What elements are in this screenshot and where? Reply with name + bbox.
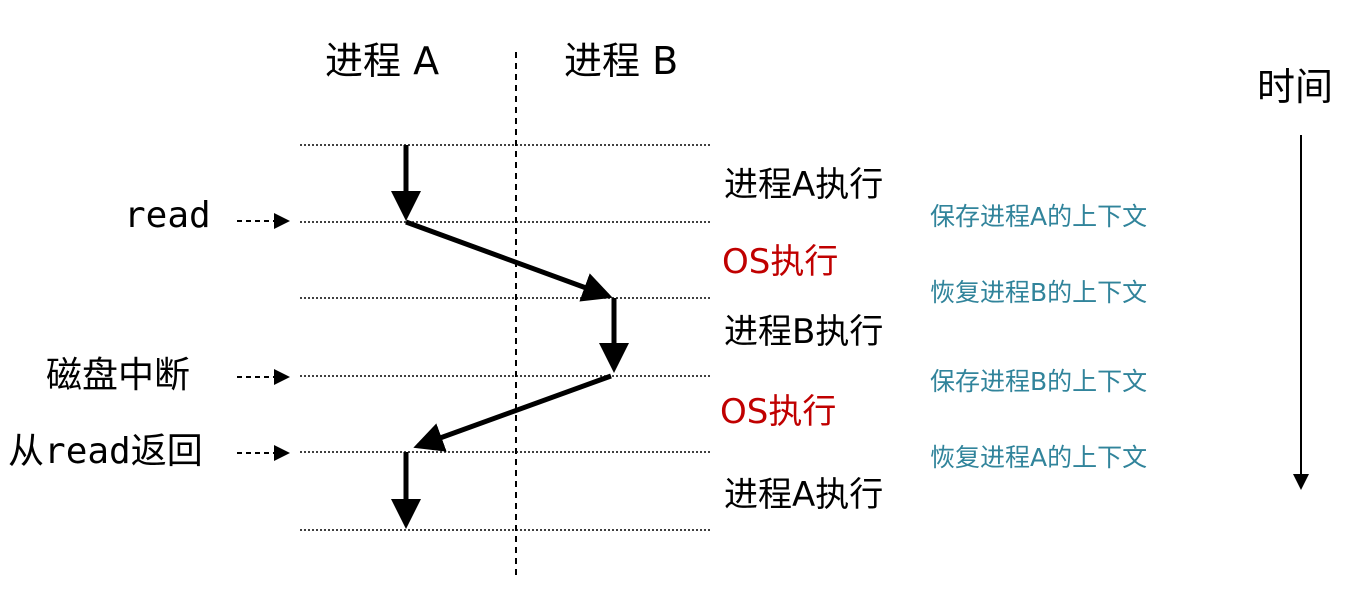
phase-process-a-exec-2: 进程A执行	[724, 475, 884, 515]
phase-os-exec-2: OS执行	[720, 392, 837, 432]
diagram-graphics	[237, 52, 1309, 575]
flow-arrow-switch-to-a	[413, 373, 612, 452]
phase-process-a-exec-1: 进程A执行	[724, 165, 884, 205]
return-from-read-label: 从read返回	[8, 434, 203, 470]
return-read-word: read	[44, 431, 131, 472]
process-a-header: 进程 A	[325, 39, 440, 83]
read-event-label: read	[124, 195, 211, 236]
note-restore-context-b: 恢复进程B的上下文	[930, 278, 1148, 307]
return-prefix: 从	[8, 431, 45, 472]
note-restore-context-a: 恢复进程A的上下文	[930, 443, 1148, 472]
phase-os-exec-1: OS执行	[722, 242, 839, 282]
note-save-context-a: 保存进程A的上下文	[930, 202, 1148, 231]
note-save-context-b: 保存进程B的上下文	[930, 367, 1148, 396]
phase-process-b-exec: 进程B执行	[724, 312, 884, 352]
return-suffix: 返回	[130, 431, 203, 472]
process-switch-diagram: 进程 A 进程 B 时间 read 磁盘中断 从read返回 进程A执行 OS执…	[0, 0, 1350, 593]
disk-interrupt-label: 磁盘中断	[46, 355, 191, 396]
flow-arrow-switch-to-b	[405, 219, 613, 302]
process-b-header: 进程 B	[564, 39, 679, 83]
time-axis-label: 时间	[1257, 65, 1334, 109]
